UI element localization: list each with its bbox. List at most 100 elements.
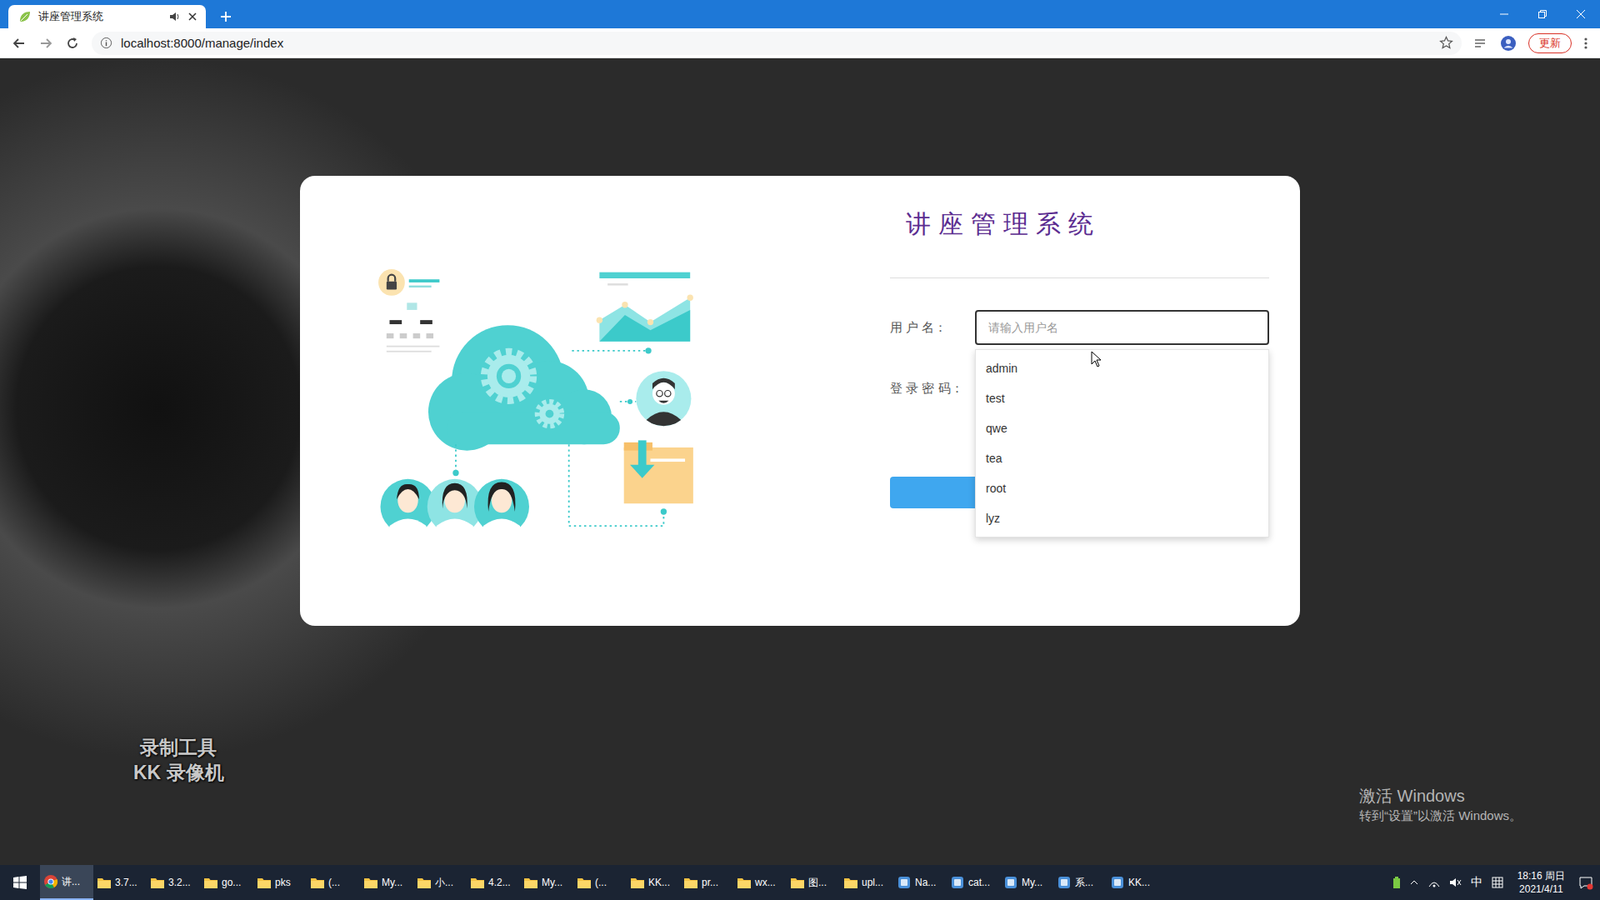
taskbar-label: 小... [435, 875, 454, 890]
ime-indicator[interactable]: 中 [1470, 875, 1483, 890]
taskbar-item[interactable]: 3.7... [93, 865, 147, 900]
app-icon [1003, 875, 1019, 890]
notification-icon[interactable] [1578, 875, 1594, 890]
screen: 讲座管理系统 localhost:8000/manage/index 更新 讲座… [0, 0, 1600, 900]
chevron-up-icon[interactable] [1409, 877, 1420, 888]
url: localhost:8000/manage/index [120, 35, 284, 50]
autocomplete-item[interactable]: test [975, 383, 1269, 414]
taskbar-label: upl... [861, 876, 884, 889]
menu-icon[interactable] [1583, 35, 1589, 51]
back-icon[interactable] [11, 35, 27, 51]
taskbar-label: Na... [915, 876, 936, 889]
tab-title: 讲座管理系统 [38, 9, 163, 25]
cloud-icon [428, 325, 620, 450]
taskbar-item[interactable]: My... [1000, 865, 1054, 900]
volume-icon[interactable] [1449, 875, 1463, 890]
folder-icon [96, 875, 112, 890]
browser-tab[interactable]: 讲座管理系统 [8, 5, 206, 29]
avatar-icon[interactable] [1500, 35, 1517, 52]
download-folder-icon [624, 440, 694, 504]
taskbar-label: My... [541, 876, 563, 889]
cloud-illustration [375, 269, 702, 540]
watermark-line: KK 录像机 [133, 760, 225, 785]
taskbar-item[interactable]: (... [573, 865, 627, 900]
clock-time: 18:16 周日 [1517, 869, 1565, 883]
watermark-line: 录制工具 [133, 735, 225, 760]
taskbar-label: 4.2... [488, 876, 511, 889]
taskbar-item[interactable]: Na... [893, 865, 947, 900]
taskbar-item[interactable]: KK... [1106, 865, 1160, 900]
speaker-icon[interactable] [169, 10, 181, 23]
app-icon [1056, 875, 1072, 890]
taskbar-item[interactable]: go... [200, 865, 254, 900]
mouse-cursor-icon [1090, 350, 1103, 368]
battery-icon[interactable] [1392, 875, 1401, 890]
forward-icon[interactable] [38, 35, 54, 51]
taskbar-item[interactable]: (... [306, 865, 360, 900]
new-tab-icon[interactable] [219, 10, 233, 24]
taskbar-label: cat... [968, 876, 990, 889]
keyboard-icon[interactable] [1490, 875, 1505, 890]
system-title: 讲座管理系统 [905, 207, 1270, 241]
login-card: 讲座管理系统 用 户 名： admintestqwetearootlyz 登 录… [300, 175, 1300, 626]
taskbar-item[interactable]: 3.2... [146, 865, 200, 900]
taskbar-item[interactable]: 4.2... [466, 865, 520, 900]
folder-icon [470, 875, 485, 890]
taskbar-item[interactable]: 图... [786, 865, 840, 900]
folder-icon [630, 875, 645, 890]
toolbar: localhost:8000/manage/index 更新 [0, 28, 1600, 59]
taskbar-item[interactable]: pks [253, 865, 307, 900]
clock-date: 2021/4/11 [1517, 882, 1565, 896]
activation-line: 转到“设置”以激活 Windows。 [1359, 806, 1522, 825]
divider [890, 277, 1270, 279]
autocomplete-item[interactable]: tea [975, 443, 1269, 474]
taskbar-label: pr... [701, 876, 719, 889]
taskbar-item[interactable]: cat... [946, 865, 1000, 900]
reading-list-icon[interactable] [1473, 35, 1489, 51]
reload-icon[interactable] [65, 35, 80, 51]
close-window-icon[interactable] [1575, 9, 1586, 20]
star-icon[interactable] [1439, 35, 1454, 50]
taskbar-item[interactable]: KK... [626, 865, 680, 900]
app-icon [1110, 875, 1125, 890]
folder-icon [790, 875, 805, 890]
window-controls [1499, 9, 1600, 20]
taskbar-label: go... [221, 876, 241, 889]
autocomplete-item[interactable]: root [975, 473, 1269, 504]
info-icon[interactable] [100, 36, 113, 50]
autocomplete-list: admintestqwetearootlyz [975, 349, 1270, 538]
tab-bar: 讲座管理系统 [0, 0, 1600, 29]
taskbar-label: KK... [1128, 876, 1150, 889]
page-background: 讲座管理系统 用 户 名： admintestqwetearootlyz 登 录… [0, 58, 1600, 865]
login-form: 讲座管理系统 用 户 名： admintestqwetearootlyz 登 录… [890, 175, 1270, 626]
restore-icon[interactable] [1537, 9, 1548, 20]
taskbar-item[interactable]: 讲... [40, 865, 94, 900]
folder-icon [523, 875, 539, 890]
address-bar[interactable]: localhost:8000/manage/index [91, 31, 1462, 55]
taskbar-item[interactable]: 系... [1053, 865, 1107, 900]
taskbar-label: 3.2... [168, 876, 191, 889]
username-input[interactable] [975, 310, 1270, 345]
password-label: 登 录 密 码： [890, 380, 975, 397]
taskbar-item[interactable]: pr... [680, 865, 734, 900]
network-icon[interactable] [1427, 875, 1441, 890]
folder-icon [843, 875, 859, 890]
taskbar-item[interactable]: My... [520, 865, 574, 900]
taskbar-label: pks [275, 876, 291, 889]
taskbar-item[interactable]: wx... [733, 865, 787, 900]
update-button[interactable]: 更新 [1528, 33, 1572, 54]
autocomplete-item[interactable]: qwe [975, 413, 1269, 444]
taskbar-item[interactable]: 小... [413, 865, 467, 900]
autocomplete-item[interactable]: lyz [975, 503, 1269, 534]
taskbar-item[interactable]: My... [360, 865, 414, 900]
app-icon [950, 875, 965, 890]
autocomplete-item[interactable]: admin [975, 353, 1269, 384]
folder-icon [416, 875, 432, 890]
minimize-icon[interactable] [1499, 9, 1510, 20]
clock[interactable]: 18:16 周日 2021/4/11 [1512, 869, 1570, 896]
taskbar-label: (... [595, 876, 607, 889]
document-icon [386, 302, 440, 352]
windows-start-icon[interactable] [12, 875, 28, 890]
close-tab-icon[interactable] [187, 11, 198, 22]
taskbar-item[interactable]: upl... [840, 865, 894, 900]
